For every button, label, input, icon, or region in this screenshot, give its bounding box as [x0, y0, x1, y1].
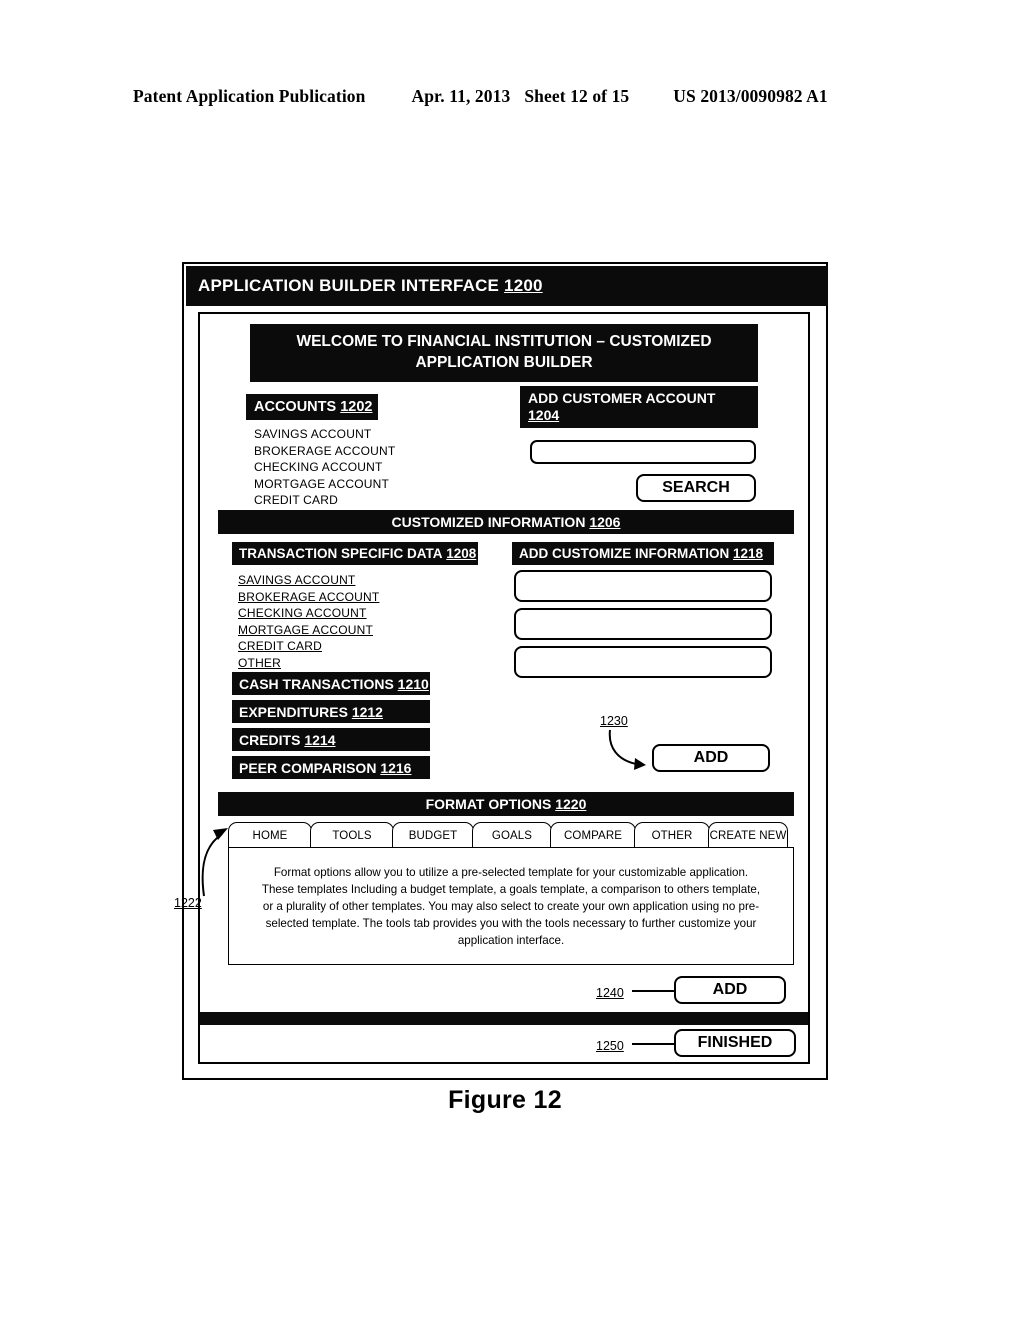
cash-transactions-label: CASH TRANSACTIONS	[239, 675, 394, 692]
publication-type: Patent Application Publication	[133, 86, 366, 106]
interface-title-bar: APPLICATION BUILDER INTERFACE 1200	[186, 266, 828, 306]
finished-button[interactable]: FINISHED	[674, 1029, 796, 1057]
publication-date: Apr. 11, 2013	[411, 86, 511, 106]
add-customize-information-ref: 1218	[733, 546, 764, 561]
reference-numeral-1250: 1250	[596, 1039, 624, 1053]
footer-divider	[200, 1012, 808, 1025]
cash-transactions-ref: 1210	[397, 675, 429, 692]
peer-comparison-label: PEER COMPARISON	[239, 759, 377, 776]
expenditures-label: EXPENDITURES	[239, 703, 348, 720]
list-item[interactable]: MORTGAGE ACCOUNT	[254, 476, 395, 493]
patent-number: US 2013/0090982 A1	[673, 86, 828, 106]
sheet-number: Sheet 12 of 15	[524, 86, 630, 106]
figure-caption: Figure 12	[448, 1086, 562, 1114]
tab-tools[interactable]: TOOLS	[310, 822, 394, 848]
transaction-specific-data-ref: 1208	[446, 546, 477, 561]
credits-label: CREDITS	[239, 731, 301, 748]
list-item-label: CHECKING ACCOUNT	[238, 606, 367, 621]
accounts-header-label: ACCOUNTS	[254, 399, 337, 415]
tab-budget[interactable]: BUDGET	[392, 822, 474, 848]
expenditures-button[interactable]: EXPENDITURES 1212	[232, 700, 430, 723]
format-options-tab-row: HOME TOOLS BUDGET GOALS COMPARE OTHER CR…	[228, 822, 794, 848]
list-item[interactable]: SAVINGS ACCOUNT	[238, 572, 379, 589]
add-button[interactable]: ADD	[674, 976, 786, 1004]
list-item[interactable]: BROKERAGE ACCOUNT	[254, 443, 395, 460]
list-item[interactable]: SAVINGS ACCOUNT	[254, 426, 395, 443]
cash-transactions-button[interactable]: CASH TRANSACTIONS 1210	[232, 672, 430, 695]
reference-numeral-1222: 1222	[174, 896, 202, 910]
customize-information-field-2[interactable]	[514, 608, 772, 640]
reference-numeral-1240: 1240	[596, 986, 624, 1000]
add-customer-account-label: ADD CUSTOMER ACCOUNT	[528, 389, 716, 406]
format-options-header: FORMAT OPTIONS 1220	[218, 792, 794, 816]
format-options-ref: 1220	[555, 796, 587, 812]
tab-other[interactable]: OTHER	[634, 822, 710, 848]
transaction-specific-data-header: TRANSACTION SPECIFIC DATA 1208	[232, 542, 478, 565]
customize-information-field-3[interactable]	[514, 646, 772, 678]
list-item[interactable]: CREDIT CARD	[238, 638, 379, 655]
format-options-description: Format options allow you to utilize a pr…	[261, 865, 761, 947]
add-customize-information-label: ADD CUSTOMIZE INFORMATION	[519, 546, 730, 561]
tab-compare[interactable]: COMPARE	[550, 822, 636, 848]
list-item-label: OTHER	[238, 655, 281, 670]
list-item[interactable]: MORTGAGE ACCOUNT	[238, 622, 379, 639]
add-customer-account-ref: 1204	[528, 407, 560, 423]
welcome-line-1: WELCOME TO FINANCIAL INSTITUTION – CUSTO…	[296, 333, 712, 351]
interface-inner-panel: WELCOME TO FINANCIAL INSTITUTION – CUSTO…	[174, 312, 810, 1064]
peer-comparison-button[interactable]: PEER COMPARISON 1216	[232, 756, 430, 779]
accounts-header: ACCOUNTS 1202	[246, 394, 378, 420]
format-options-description-panel: Format options allow you to utilize a pr…	[228, 847, 794, 965]
credits-ref: 1214	[304, 731, 336, 748]
search-button[interactable]: SEARCH	[636, 474, 756, 502]
welcome-line-2: APPLICATION BUILDER	[415, 354, 593, 371]
application-builder-interface-frame: APPLICATION BUILDER INTERFACE 1200 WELCO…	[174, 262, 828, 1080]
interface-title: APPLICATION BUILDER INTERFACE	[198, 276, 500, 295]
peer-comparison-ref: 1216	[380, 759, 412, 776]
customize-information-field-1[interactable]	[514, 570, 772, 602]
expenditures-ref: 1212	[351, 703, 383, 720]
transaction-account-list: SAVINGS ACCOUNT BROKERAGE ACCOUNT CHECKI…	[238, 572, 379, 672]
callout-arrow-1230	[608, 729, 646, 770]
list-item-label: CREDIT CARD	[238, 639, 322, 654]
add-customize-information-header: ADD CUSTOMIZE INFORMATION 1218	[512, 542, 774, 565]
list-item-label: MORTGAGE ACCOUNT	[238, 622, 373, 637]
tab-create-new[interactable]: CREATE NEW	[708, 822, 788, 848]
credits-button[interactable]: CREDITS 1214	[232, 728, 430, 751]
accounts-header-ref: 1202	[340, 399, 373, 415]
customer-search-input[interactable]	[530, 440, 756, 464]
format-options-label: FORMAT OPTIONS	[425, 796, 552, 812]
list-item[interactable]: CREDIT CARD	[254, 492, 395, 509]
list-item[interactable]: CHECKING ACCOUNT	[254, 459, 395, 476]
add-customer-account-header: ADD CUSTOMER ACCOUNT 1204	[520, 386, 758, 428]
add-customize-information-button[interactable]: ADD	[652, 744, 770, 772]
customized-information-header: CUSTOMIZED INFORMATION 1206	[218, 510, 794, 534]
accounts-list: SAVINGS ACCOUNT BROKERAGE ACCOUNT CHECKI…	[254, 426, 395, 509]
tab-home[interactable]: HOME	[228, 822, 312, 848]
tab-goals[interactable]: GOALS	[472, 822, 552, 848]
reference-numeral-1230: 1230	[600, 714, 628, 728]
list-item[interactable]: OTHER	[238, 655, 379, 672]
customized-information-ref: 1206	[589, 514, 621, 530]
customized-information-label: CUSTOMIZED INFORMATION	[391, 514, 586, 530]
publication-header: Patent Application Publication Apr. 11, …	[133, 86, 893, 107]
list-item-label: BROKERAGE ACCOUNT	[238, 589, 380, 604]
list-item-label: SAVINGS ACCOUNT	[238, 573, 356, 587]
welcome-banner: WELCOME TO FINANCIAL INSTITUTION – CUSTO…	[250, 324, 758, 382]
list-item[interactable]: BROKERAGE ACCOUNT	[238, 589, 379, 606]
transaction-specific-data-label: TRANSACTION SPECIFIC DATA	[239, 546, 443, 561]
list-item[interactable]: CHECKING ACCOUNT	[238, 605, 379, 622]
interface-title-ref: 1200	[504, 276, 543, 295]
